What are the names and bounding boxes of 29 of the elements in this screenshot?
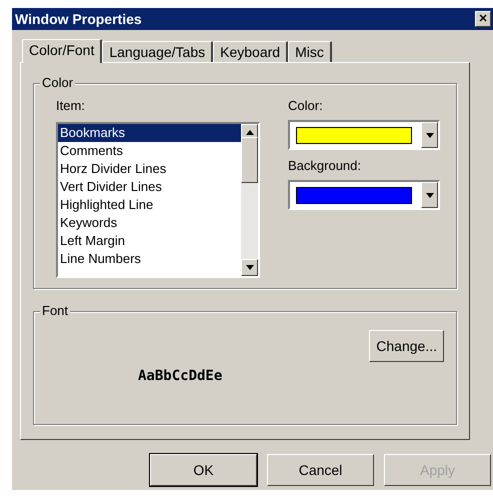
dialog-button[interactable]: Cancel <box>267 454 374 486</box>
tab[interactable]: Color/Font <box>22 39 102 63</box>
color-dropdown[interactable] <box>288 180 440 210</box>
list-item[interactable]: Line Numbers <box>58 250 241 268</box>
dropdown-icon <box>426 192 434 198</box>
window-title: Window Properties <box>15 10 142 29</box>
scrollbar[interactable] <box>241 124 258 276</box>
dropdown-icon <box>426 132 434 138</box>
list-item[interactable]: Highlighted Line <box>58 196 241 214</box>
dialog-button[interactable]: OK <box>150 454 257 486</box>
tab[interactable]: Language/Tabs <box>102 41 214 62</box>
font-sample: AaBbCcDdEe <box>138 367 222 386</box>
tab[interactable]: Keyboard <box>213 41 288 62</box>
tab[interactable]: Misc <box>288 41 332 62</box>
item-label: Item: <box>56 98 86 114</box>
picker-label: Background: <box>288 158 362 174</box>
picker-label: Color: <box>288 98 324 114</box>
list-item[interactable]: Vert Divider Lines <box>58 178 241 196</box>
color-dropdown[interactable] <box>288 120 440 150</box>
list-item[interactable]: Bookmarks <box>58 124 241 142</box>
list-item[interactable]: Horz Divider Lines <box>58 160 241 178</box>
list-item[interactable]: Keywords <box>58 214 241 232</box>
list-item[interactable]: Comments <box>58 142 241 160</box>
scroll-up-icon <box>246 130 254 135</box>
change-button[interactable]: Change... <box>369 330 444 362</box>
close-button[interactable]: ✕ <box>475 11 491 27</box>
list-item[interactable]: Left Margin <box>58 232 241 250</box>
scroll-thumb[interactable] <box>241 137 258 183</box>
scroll-down-icon <box>246 265 254 270</box>
